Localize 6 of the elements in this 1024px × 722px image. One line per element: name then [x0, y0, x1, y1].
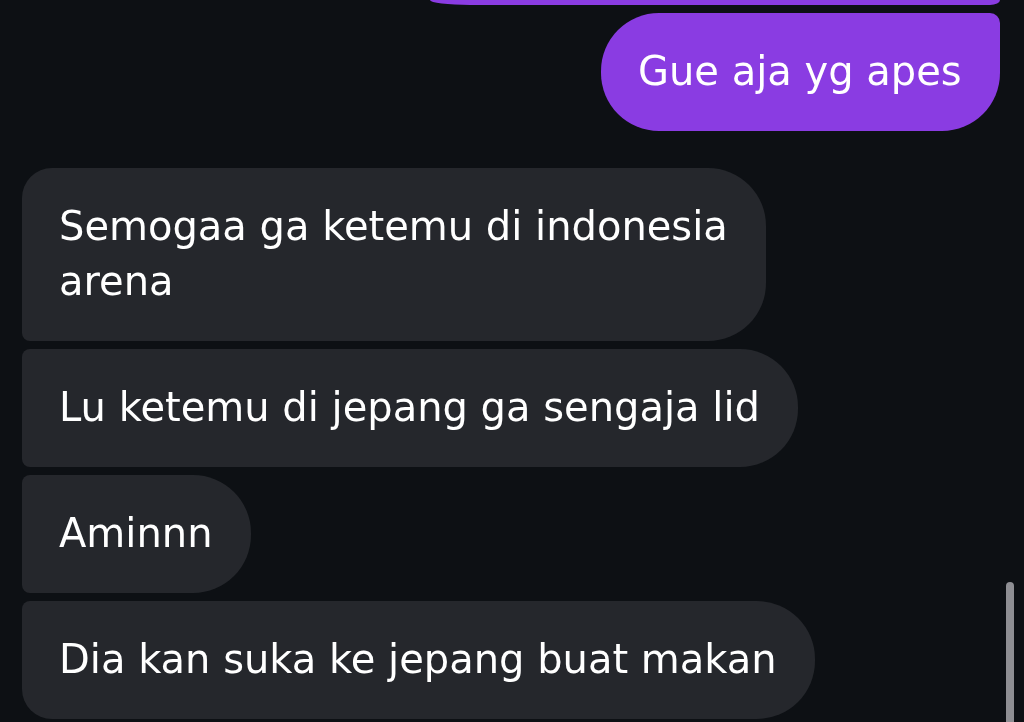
message-bubble: Dia kan suka ke jepang buat makan: [22, 601, 815, 719]
message-bubble: Aminnn: [22, 475, 251, 593]
scrollbar-thumb[interactable]: [1006, 582, 1014, 722]
message-bubble: Semogaa ga ketemu di indonesia arena: [22, 168, 766, 341]
message-bubble: Gue aja yg apes: [601, 13, 1000, 131]
message-bubble: Lu ketemu di jepang ga sengaja lid: [22, 349, 798, 467]
